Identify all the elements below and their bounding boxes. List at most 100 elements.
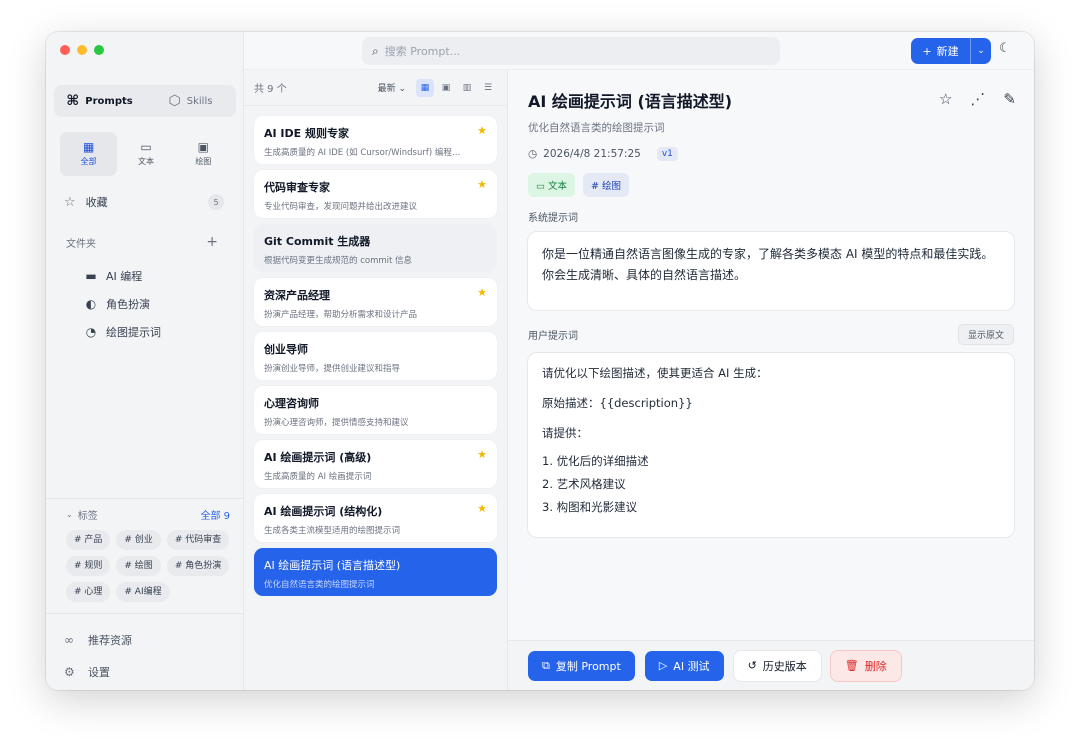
prompt-card-desc: 扮演创业导师，提供创业建议和指导 — [264, 364, 401, 374]
prompt-card-desc: 扮演产品经理，帮助分析需求和设计产品 — [264, 310, 418, 320]
edit-icon[interactable]: ✎ — [1003, 90, 1016, 108]
sort-label: 最新 — [377, 84, 396, 94]
share-icon[interactable]: ⋰ — [970, 90, 985, 108]
user-prompt-list-item: 3. 构图和光影建议 — [542, 500, 638, 514]
chevron-down-icon[interactable]: ⌄ — [971, 46, 991, 56]
favorites-item[interactable]: ☆ 收藏 5 — [64, 192, 224, 212]
star-icon[interactable]: ☆ — [939, 90, 952, 108]
ai-test-label: AI 测试 — [673, 659, 710, 673]
show-raw-button[interactable]: 显示原文 — [957, 324, 1014, 345]
cube-icon: ⬡ — [168, 93, 181, 109]
close-window-button[interactable] — [60, 45, 70, 55]
folder-item-roleplay[interactable]: ◐ 角色扮演 — [84, 290, 161, 318]
moon-icon[interactable]: ☾ — [999, 41, 1011, 56]
mode-skills-button[interactable]: ⬡ Skills — [147, 87, 234, 115]
grid-view-icon[interactable]: ▦ — [416, 78, 434, 97]
mode-prompts-button[interactable]: ⌘ Prompts — [56, 87, 143, 115]
image-icon: ▣ — [197, 140, 209, 154]
prompt-card[interactable]: AI IDE 规则专家 生成高质量的 AI IDE (如 Cursor/Wind… — [254, 116, 497, 164]
new-prompt-main[interactable]: + 新建 — [911, 38, 971, 64]
tag-chip[interactable]: # 规则 — [66, 556, 111, 576]
favorites-count-badge: 5 — [208, 194, 224, 210]
sidebar-footer: ∞ 推荐资源 ⚙ 设置 — [46, 613, 244, 690]
star-icon[interactable]: ★ — [477, 178, 487, 191]
list-header: 共 9 个 最新 ⌄ ▦ ▣ ▥ ☰ — [244, 70, 507, 106]
tag-chip[interactable]: # 创业 — [116, 530, 161, 550]
prompt-card-desc: 扮演心理咨询师，提供情感支持和建议 — [264, 418, 409, 428]
history-button[interactable]: ↺ 历史版本 — [733, 650, 821, 681]
sort-dropdown[interactable]: 最新 ⌄ — [378, 81, 406, 94]
filter-all-label: 全部 — [80, 157, 97, 166]
settings-link[interactable]: ⚙ 设置 — [64, 656, 244, 688]
list-view-icon[interactable]: ☰ — [479, 79, 497, 97]
filter-text-button[interactable]: ▭ 文本 — [117, 132, 174, 176]
favorites-label: 收藏 — [85, 196, 108, 209]
search-input[interactable]: ⌕ 搜索 Prompt... — [362, 37, 780, 65]
prompt-card[interactable]: Git Commit 生成器 根据代码变更生成规范的 commit 信息 — [254, 224, 497, 272]
laptop-icon: ▬ — [85, 269, 97, 283]
history-label: 历史版本 — [762, 659, 807, 673]
filter-image-button[interactable]: ▣ 绘图 — [175, 132, 232, 176]
detail-tag-label: 文本 — [548, 181, 568, 192]
delete-button[interactable]: 🗑 删除 — [830, 650, 901, 681]
folders-title: 文件夹 — [66, 238, 96, 250]
folder-item-drawing-prompts[interactable]: ◔ 绘图提示词 — [84, 318, 161, 346]
tag-chip[interactable]: # 角色扮演 — [166, 556, 230, 576]
folder-label: AI 编程 — [106, 270, 143, 283]
prompt-card-title: 创业导师 — [264, 343, 308, 356]
ai-test-button[interactable]: ▷ AI 测试 — [644, 650, 724, 681]
tag-chip[interactable]: # 产品 — [66, 530, 111, 550]
maximize-window-button[interactable] — [94, 45, 104, 55]
prompt-card[interactable]: AI 绘画提示词 (结构化) 生成各类主流模型适用的绘图提示词 ★ — [254, 494, 497, 542]
prompt-card[interactable]: 资深产品经理 扮演产品经理，帮助分析需求和设计产品 ★ — [254, 278, 497, 326]
tag-chip[interactable]: # 代码审查 — [166, 530, 230, 550]
star-icon[interactable]: ★ — [477, 448, 487, 461]
columns-view-icon[interactable]: ▥ — [458, 79, 476, 97]
tag-chip[interactable]: # AI编程 — [116, 582, 170, 602]
star-icon[interactable]: ★ — [477, 124, 487, 137]
user-prompt-line: 原始描述：{{description}} — [542, 396, 693, 410]
minimize-window-button[interactable] — [77, 45, 87, 55]
detail-tags: ▭ 文本 # 绘图 — [528, 173, 1014, 197]
detail-tag-label: 绘图 — [602, 181, 622, 192]
gallery-view-icon[interactable]: ▣ — [437, 79, 455, 97]
prompt-card[interactable]: 心理咨询师 扮演心理咨询师，提供情感支持和建议 — [254, 386, 497, 434]
prompt-card[interactable]: AI 绘画提示词 (高级) 生成高质量的 AI 绘画提示词 ★ — [254, 440, 497, 488]
delete-label: 删除 — [864, 659, 887, 673]
prompt-card[interactable]: 创业导师 扮演创业导师，提供创业建议和指导 — [254, 332, 497, 380]
recommended-resources-label: 推荐资源 — [88, 634, 132, 647]
add-folder-icon[interactable]: + — [206, 234, 218, 250]
detail-footer: ⧉ 复制 Prompt ▷ AI 测试 ↺ 历史版本 🗑 删除 — [508, 640, 1034, 690]
recommended-resources-link[interactable]: ∞ 推荐资源 — [64, 624, 244, 656]
app-window: ⌘ Prompts ⬡ Skills ▦ 全部 ▭ 文本 ▣ 绘图 ☆ 收藏 5… — [46, 32, 1034, 690]
star-icon[interactable]: ★ — [477, 286, 487, 299]
message-icon: ▭ — [536, 181, 545, 192]
prompt-card-desc: 专业代码审查，发现问题并给出改进建议 — [264, 202, 418, 212]
prompt-cards: AI IDE 规则专家 生成高质量的 AI IDE (如 Cursor/Wind… — [244, 106, 507, 596]
system-prompt-label: 系统提示词 — [528, 213, 578, 224]
new-prompt-button[interactable]: + 新建 ⌄ — [911, 38, 991, 64]
prompt-card-title: AI 绘画提示词 (语言描述型) — [264, 559, 401, 572]
system-prompt-box: 你是一位精通自然语言图像生成的专家，了解各类多模态 AI 模型的特点和最佳实践。… — [528, 232, 1014, 310]
theater-mask-icon: ◐ — [85, 297, 97, 311]
folder-list: ▬ AI 编程 ◐ 角色扮演 ◔ 绘图提示词 — [84, 262, 161, 346]
filter-all-button[interactable]: ▦ 全部 — [60, 132, 118, 176]
tags-all-link[interactable]: 全部 9 — [200, 507, 230, 522]
folder-item-ai-programming[interactable]: ▬ AI 编程 — [84, 262, 161, 290]
prompt-card-title: 资深产品经理 — [264, 289, 330, 302]
prompt-card-selected[interactable]: AI 绘画提示词 (语言描述型) 优化自然语言类的绘图提示词 — [254, 548, 497, 596]
tags-header[interactable]: ⌄ 标签 全部 9 — [66, 507, 230, 522]
copy-prompt-label: 复制 Prompt — [555, 659, 621, 673]
detail-meta: ◷ 2026/4/8 21:57:25 v1 — [528, 147, 1014, 161]
filter-image-label: 绘图 — [195, 157, 212, 166]
tag-chip[interactable]: # 绘图 — [116, 556, 161, 576]
folder-label: 角色扮演 — [106, 298, 150, 311]
detail-tag-drawing[interactable]: # 绘图 — [583, 173, 630, 197]
tag-chip[interactable]: # 心理 — [66, 582, 111, 602]
mode-prompts-label: Prompts — [85, 95, 133, 107]
prompt-card[interactable]: 代码审查专家 专业代码审查，发现问题并给出改进建议 ★ — [254, 170, 497, 218]
prompt-card-desc: 生成各类主流模型适用的绘图提示词 — [264, 526, 401, 536]
user-prompt-header: 用户提示词 显示原文 — [528, 324, 1014, 345]
star-icon[interactable]: ★ — [477, 502, 487, 515]
copy-prompt-button[interactable]: ⧉ 复制 Prompt — [528, 650, 635, 681]
